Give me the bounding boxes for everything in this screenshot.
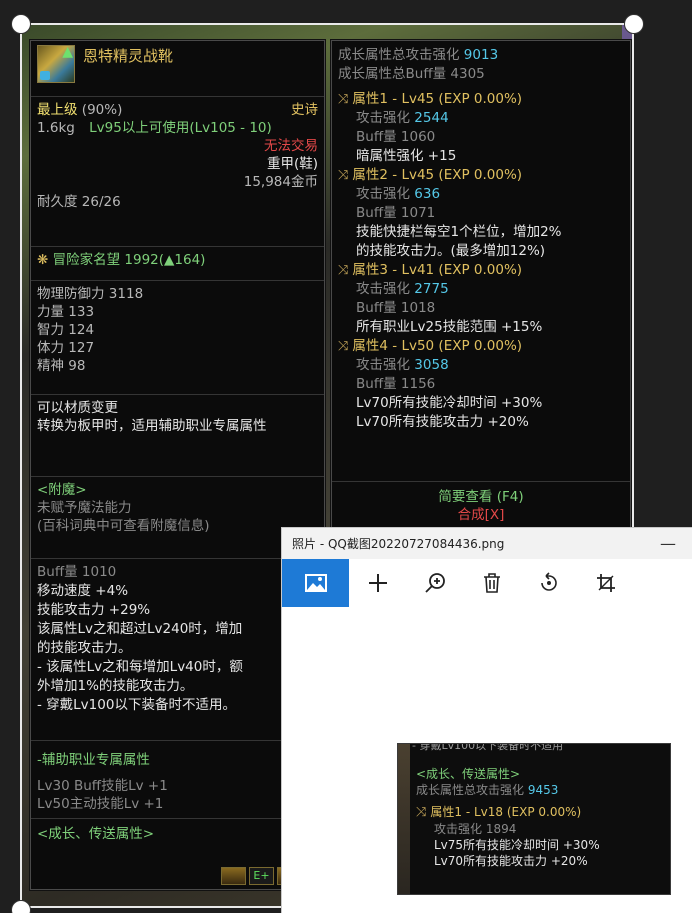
effect-desc: - 穿戴Lv100以下装备时不适用。 xyxy=(37,697,236,713)
fame-row: ❋ 冒险家名望 1992(▲164) xyxy=(31,247,324,281)
shuffle-icon: ⤨ xyxy=(338,168,349,183)
preview-atk: 攻击强化 1894 xyxy=(434,822,517,836)
effect-buff: Buff量 1010 xyxy=(37,564,117,580)
shuffle-icon: ⤨ xyxy=(338,92,349,107)
item-rarity: 史诗 xyxy=(291,102,318,118)
crop-handle-top-right[interactable] xyxy=(624,14,644,34)
enchant-line2: (百科词典中可查看附魔信息) xyxy=(37,518,210,534)
item-type: 重甲(鞋) xyxy=(266,156,318,172)
rotate-icon[interactable] xyxy=(520,559,577,607)
add-icon[interactable] xyxy=(349,559,406,607)
effect-move: 移动速度 +4% xyxy=(37,583,129,599)
gear-slot-icon[interactable] xyxy=(221,867,246,885)
shuffle-icon: ⤨ xyxy=(338,339,349,354)
effect-desc: - 该属性Lv之和每增加Lv40时，额 xyxy=(37,659,243,675)
preview-line2: Lv70所有技能攻击力 +20% xyxy=(434,854,588,868)
zoom-icon[interactable] xyxy=(406,559,463,607)
growth-total-atk: 成长属性总攻击强化 9013 xyxy=(338,47,499,63)
delete-icon[interactable] xyxy=(463,559,520,607)
growth-total-buff: 成长属性总Buff量 4305 xyxy=(338,66,485,82)
material-change: 可以材质变更 转换为板甲时，适用辅助职业专属属性 xyxy=(31,395,324,477)
material-desc: 转换为板甲时，适用辅助职业专属属性 xyxy=(37,418,267,434)
preview-header: <成长、传送属性> xyxy=(416,767,521,781)
effect-desc: 该属性Lv之和超过Lv240时，增加 xyxy=(37,621,243,637)
photos-toolbar xyxy=(282,559,692,607)
support-line1: Lv30 Buff技能Lv +1 xyxy=(37,778,168,794)
summary-button[interactable]: 简要查看 (F4) xyxy=(332,488,630,506)
minimize-button[interactable]: — xyxy=(654,534,682,553)
effect-desc: 外增加1%的技能攻击力。 xyxy=(37,678,194,694)
boots-item-icon: ▲ xyxy=(37,44,75,83)
lock-icon xyxy=(40,71,50,80)
photos-titlebar: 照片 - QQ截图20220727084436.png — xyxy=(282,528,692,559)
trade-status: 无法交易 xyxy=(264,138,318,154)
stat-row: 精神 98 xyxy=(37,358,86,374)
fame-text: 冒险家名望 1992(▲164) xyxy=(52,252,206,268)
plus-slot-icon[interactable]: E+ xyxy=(249,867,274,885)
attr-3: ⤨ 属性3 - Lv41 (EXP 0.00%) 攻击强化 2775 Buff量 … xyxy=(338,262,543,335)
item-name: 恩特精灵战靴 xyxy=(83,47,174,65)
material-title: 可以材质变更 xyxy=(37,400,118,416)
fame-icon: ❋ xyxy=(37,252,49,268)
shuffle-icon: ⤨ xyxy=(338,263,349,278)
stat-row: 智力 124 xyxy=(37,322,95,338)
attr-1: ⤨ 属性1 - Lv45 (EXP 0.00%) 攻击强化 2544 Buff量 … xyxy=(338,91,523,164)
effect-skill: 技能攻击力 +29% xyxy=(37,602,151,618)
upgrade-arrow-icon: ▲ xyxy=(62,44,73,60)
crop-icon[interactable] xyxy=(577,559,634,607)
preview-edge xyxy=(398,744,410,894)
item-grade-pct: (90%) xyxy=(81,102,123,118)
effect-desc: 的技能攻击力。 xyxy=(37,640,132,656)
support-line2: Lv50主动技能Lv +1 xyxy=(37,796,164,812)
item-header: ▲ 恩特精灵战靴 xyxy=(31,41,324,97)
item-level-req: Lv95以上可使用(Lv105 - 10) xyxy=(89,120,272,136)
support-title: -辅助职业专属属性 xyxy=(37,752,150,768)
item-tooltip-right: 成长属性总攻击强化 9013 成长属性总Buff量 4305 ⤨ 属性1 - Lv… xyxy=(331,40,631,530)
tooltip-footer: 简要查看 (F4) 合成[X] xyxy=(332,481,630,524)
item-price: 15,984金币 xyxy=(243,174,318,190)
stat-row: 体力 127 xyxy=(37,340,95,356)
growth-block: 成长属性总攻击强化 9013 成长属性总Buff量 4305 ⤨ 属性1 - Lv… xyxy=(332,41,630,432)
preview-total: 成长属性总攻击强化 9453 xyxy=(416,783,559,797)
item-grade: 最上级 xyxy=(37,102,78,118)
photos-title: 照片 - QQ截图20220727084436.png xyxy=(292,537,505,551)
stat-row: 物理防御力 3118 xyxy=(37,286,144,302)
preview-attr: ⤨ 属性1 - Lv18 (EXP 0.00%) xyxy=(416,805,582,820)
item-info: 最上级 (90%) 史诗 1.6kg Lv95以上可使用(Lv105 - 10)… xyxy=(31,97,324,247)
attr-4: ⤨ 属性4 - Lv50 (EXP 0.00%) 攻击强化 3058 Buff量 … xyxy=(338,338,543,430)
compose-button[interactable]: 合成[X] xyxy=(332,506,630,524)
item-weight: 1.6kg xyxy=(37,120,75,136)
preview-line1: Lv75所有技能冷却时间 +30% xyxy=(434,838,600,852)
stat-row: 力量 133 xyxy=(37,304,95,320)
photo-preview[interactable]: - 穿戴Lv100以下装备时不适用 <成长、传送属性> 成长属性总攻击强化 94… xyxy=(397,743,671,895)
attr-2: ⤨ 属性2 - Lv45 (EXP 0.00%) 攻击强化 636 Buff量 1… xyxy=(338,167,562,259)
enchant-line1: 未赋予魔法能力 xyxy=(37,500,132,516)
image-icon[interactable] xyxy=(282,559,349,607)
crop-handle-top-left[interactable] xyxy=(11,14,31,34)
crop-handle-bottom-left[interactable] xyxy=(11,900,31,913)
preview-cut-text: - 穿戴Lv100以下装备时不适用 xyxy=(412,744,564,752)
shuffle-icon: ⤨ xyxy=(416,805,427,820)
durability: 耐久度 26/26 xyxy=(37,194,121,210)
enchant-title: <附魔> xyxy=(37,482,87,498)
photos-window: 照片 - QQ截图20220727084436.png — - 穿戴Lv100以… xyxy=(281,527,692,913)
stats-block: 物理防御力 3118 力量 133 智力 124 体力 127 精神 98 xyxy=(31,281,324,395)
